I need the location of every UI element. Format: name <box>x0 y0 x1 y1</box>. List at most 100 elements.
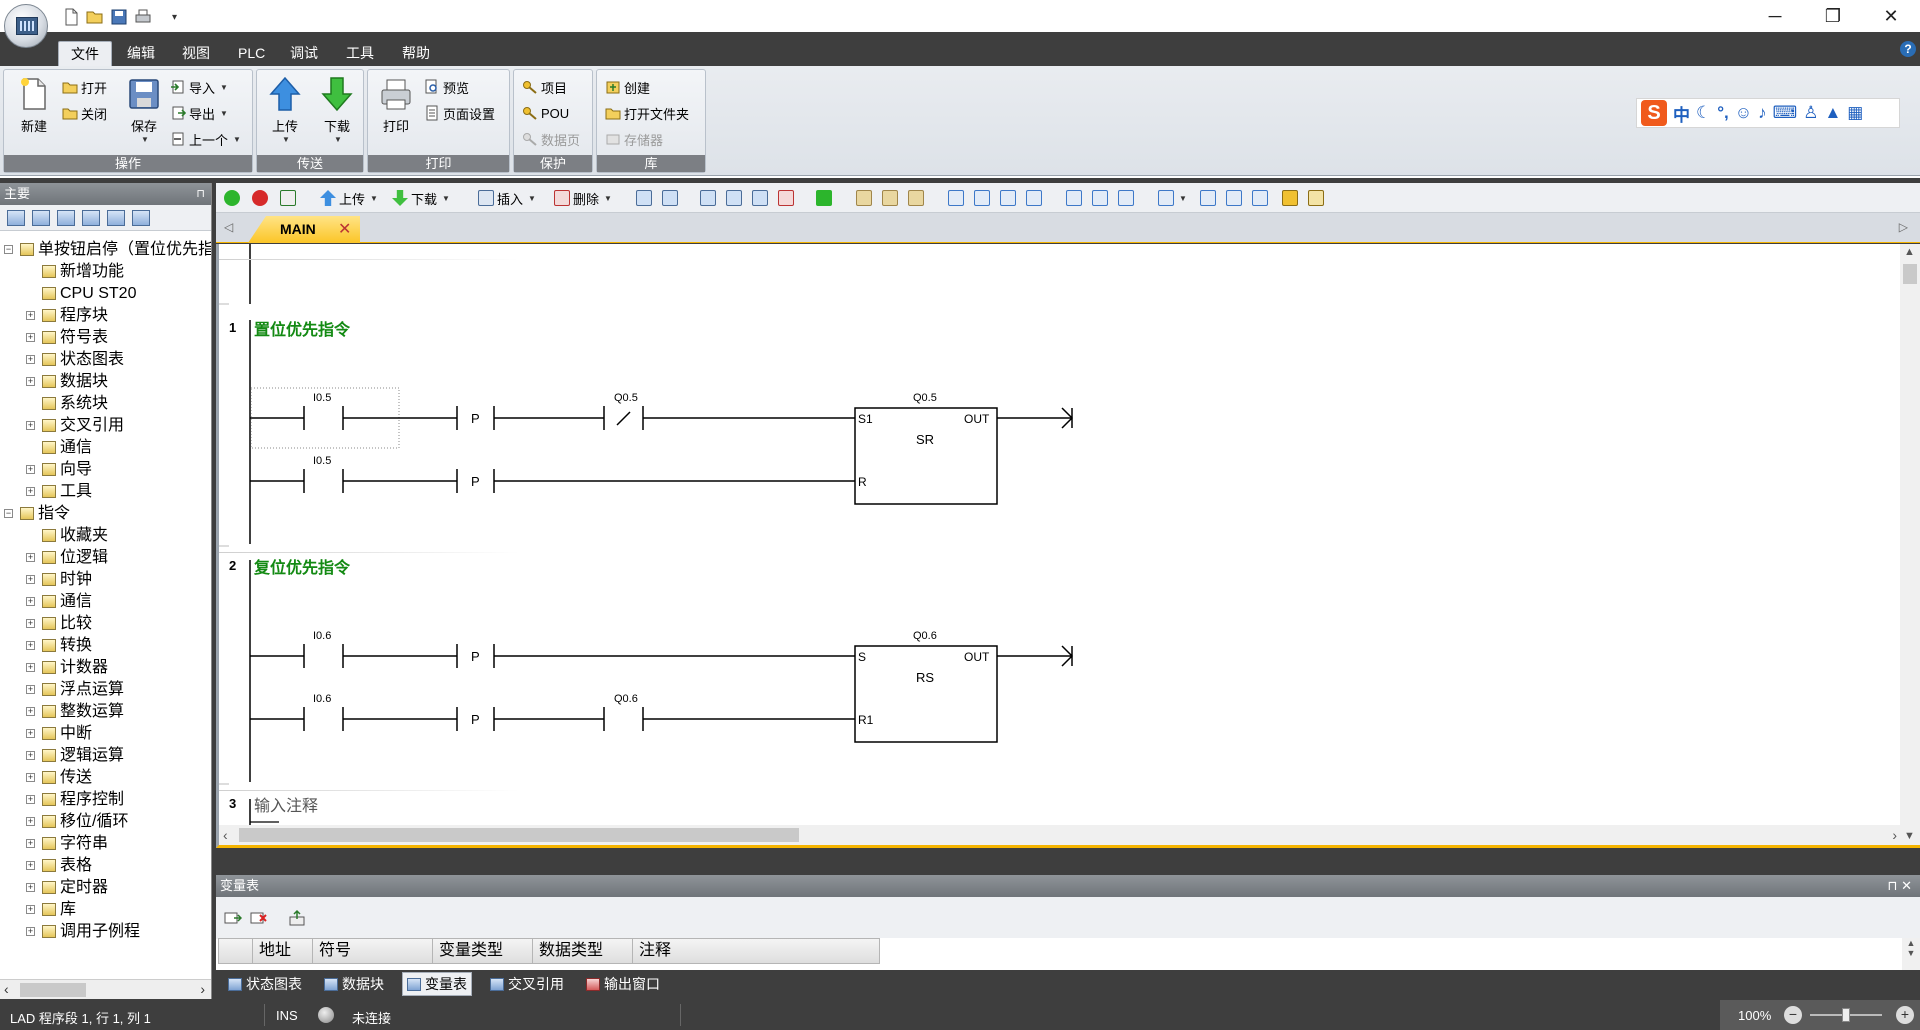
expand-icon[interactable]: + <box>26 465 35 474</box>
unlock-button[interactable] <box>882 189 898 207</box>
scroll-up-icon[interactable]: ▲ <box>1904 246 1915 258</box>
next-bookmark-button[interactable] <box>662 189 678 207</box>
comment-toggle-button[interactable]: ▼ <box>1158 189 1187 207</box>
pause-status-button[interactable] <box>726 189 742 207</box>
expand-icon[interactable]: + <box>26 773 35 782</box>
tree-item[interactable]: + 通信 <box>0 591 211 613</box>
tree-item[interactable]: + 调用子例程 <box>0 921 211 943</box>
user-icon[interactable]: ♙ <box>1803 103 1818 123</box>
tree-item[interactable]: 新增功能 <box>0 261 211 283</box>
status-chart-icon[interactable] <box>82 209 100 226</box>
tree-item[interactable]: + 逻辑运算 <box>0 745 211 767</box>
tab-scroll-left-icon[interactable]: ◁ <box>224 220 233 234</box>
tree-item[interactable]: − 指令 <box>0 503 211 525</box>
tab-variable-table[interactable]: 变量表 <box>402 972 472 996</box>
expand-icon[interactable]: + <box>26 861 35 870</box>
lock-button[interactable] <box>856 189 872 207</box>
tree-item[interactable]: + 中断 <box>0 723 211 745</box>
save-button[interactable]: 保存 ▼ <box>120 76 168 144</box>
variable-table-scrollbar[interactable]: ▲ ▼ <box>1902 938 1920 970</box>
tree-item[interactable]: + 表格 <box>0 855 211 877</box>
insert-box-button[interactable] <box>1118 189 1134 207</box>
tab-plc[interactable]: PLC <box>226 41 277 66</box>
expand-icon[interactable]: + <box>26 663 35 672</box>
tab-cross-reference[interactable]: 交叉引用 <box>486 972 568 996</box>
print-icon[interactable] <box>134 8 152 26</box>
pou-properties-button[interactable] <box>1308 189 1324 207</box>
insert-coil-button[interactable] <box>1092 189 1108 207</box>
zoom-slider-knob[interactable] <box>1842 1008 1850 1022</box>
symbol-edit-button[interactable] <box>1226 189 1242 207</box>
tree-item[interactable]: + 浮点运算 <box>0 679 211 701</box>
hscroll-thumb[interactable] <box>239 828 799 842</box>
toolbar-download-button[interactable]: 下载 ▼ <box>392 189 450 207</box>
scroll-right-icon[interactable]: › <box>200 981 205 997</box>
qat-customize-button[interactable]: ▾ <box>172 12 177 23</box>
tree-item[interactable]: + 符号表 <box>0 327 211 349</box>
collapse-icon[interactable]: − <box>4 245 13 254</box>
grid-icon[interactable]: ▦ <box>1847 103 1863 123</box>
tab-data-block[interactable]: 数据块 <box>320 972 388 996</box>
close-button[interactable]: ✕ <box>1862 0 1920 32</box>
protect-pou-button[interactable]: POU <box>522 102 569 124</box>
expand-icon[interactable]: + <box>26 685 35 694</box>
run-button[interactable] <box>224 189 240 207</box>
emoji-icon[interactable]: ☺ <box>1735 103 1752 123</box>
vscroll-thumb[interactable] <box>1903 264 1917 284</box>
column-data-type[interactable]: 数据类型 <box>533 939 633 963</box>
restore-button[interactable]: ❐ <box>1804 0 1862 32</box>
tree-item[interactable]: + 传送 <box>0 767 211 789</box>
force-button[interactable] <box>908 189 924 207</box>
shirt-icon[interactable]: ▲ <box>1824 103 1841 123</box>
tab-view[interactable]: 视图 <box>170 41 222 66</box>
tree-item[interactable]: + 转换 <box>0 635 211 657</box>
application-menu-button[interactable] <box>4 4 48 48</box>
pou-protect-button[interactable] <box>1282 189 1298 207</box>
tree-item[interactable]: + 向导 <box>0 459 211 481</box>
protect-data-page-button[interactable]: 数据页 <box>522 128 580 150</box>
previous-button[interactable]: 上一个 ▼ <box>170 128 241 150</box>
open-lib-folder-button[interactable]: 打开文件夹 <box>605 102 689 124</box>
expand-icon[interactable]: + <box>26 575 35 584</box>
n1-contact-bottom-label[interactable]: I0.5 <box>313 455 331 467</box>
expand-icon[interactable]: + <box>26 839 35 848</box>
protect-project-button[interactable]: 项目 <box>522 76 567 98</box>
expand-icon[interactable]: + <box>26 927 35 936</box>
n1-coil-label[interactable]: Q0.5 <box>913 392 937 404</box>
tree-item[interactable]: − 单按钮启停（置位优先指 <box>0 239 211 261</box>
save-dropdown-icon[interactable]: ▼ <box>122 135 168 144</box>
tree-item[interactable]: + 交叉引用 <box>0 415 211 437</box>
tree-item[interactable]: + 数据块 <box>0 371 211 393</box>
panel-pin-close-icons[interactable]: ⊓ ✕ <box>1887 875 1912 897</box>
tree-item[interactable]: + 程序控制 <box>0 789 211 811</box>
delete-button[interactable]: 删除 ▼ <box>554 189 612 207</box>
ime-mode-toggle[interactable]: 中 <box>1673 101 1690 126</box>
reset-status-button[interactable] <box>778 189 794 207</box>
column-variable-type[interactable]: 变量类型 <box>433 939 533 963</box>
punctuation-icon[interactable]: °, <box>1717 103 1729 123</box>
memory-button[interactable]: 存储器 <box>605 128 663 150</box>
tab-output-window[interactable]: 输出窗口 <box>582 972 664 996</box>
toggle-bookmark-button[interactable] <box>636 189 652 207</box>
new-button[interactable]: 新建 <box>10 76 58 135</box>
expand-icon[interactable]: + <box>26 883 35 892</box>
tab-debug[interactable]: 调试 <box>278 41 330 66</box>
keyboard-icon[interactable]: ⌨ <box>1773 103 1798 123</box>
sogou-logo-icon[interactable]: S <box>1641 100 1667 126</box>
column-symbol[interactable]: 符号 <box>313 939 433 963</box>
insert-contact-button[interactable] <box>1066 189 1082 207</box>
n2-no-contact-label[interactable]: Q0.6 <box>614 693 638 705</box>
scroll-right-icon[interactable]: › <box>1892 827 1897 843</box>
insert-row-icon[interactable] <box>224 909 242 927</box>
system-block-icon[interactable] <box>132 209 150 226</box>
import-button[interactable]: 导入 ▼ <box>170 76 228 98</box>
tab-tools[interactable]: 工具 <box>334 41 386 66</box>
ladder-editor[interactable]: I0.5 I0.5 Q0.5 Q0.5 P P S1 R OUT SR I0.6… <box>216 244 1920 848</box>
insert-button[interactable]: 插入 ▼ <box>478 189 536 207</box>
program-block-icon[interactable] <box>32 209 50 226</box>
update-icon[interactable] <box>288 909 306 927</box>
tree-item[interactable]: + 状态图表 <box>0 349 211 371</box>
expand-icon[interactable]: + <box>26 597 35 606</box>
n2-coil-label[interactable]: Q0.6 <box>913 630 937 642</box>
create-library-button[interactable]: 创建 <box>605 76 650 98</box>
